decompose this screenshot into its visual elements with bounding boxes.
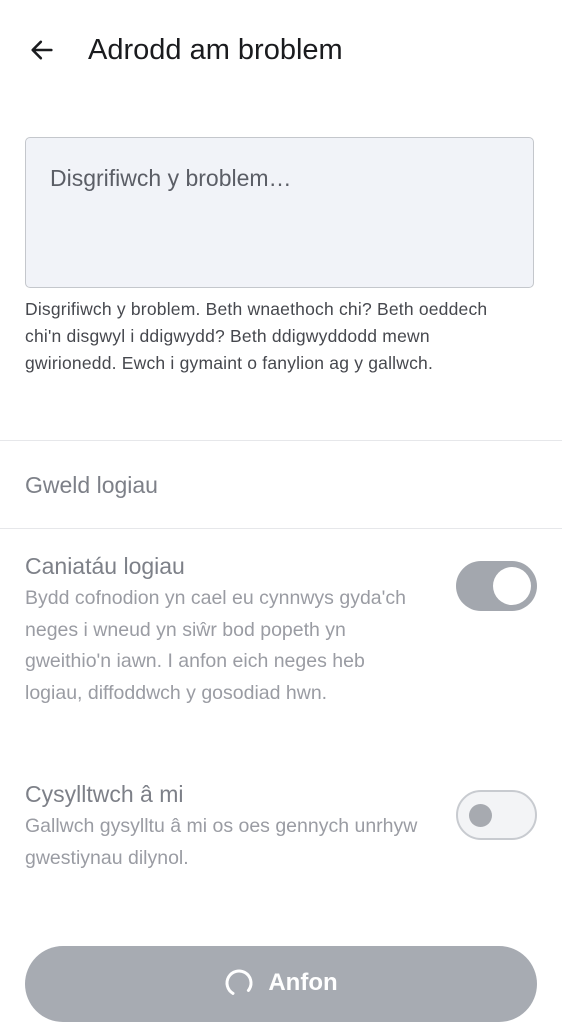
- divider: [0, 528, 562, 529]
- contact-me-switch[interactable]: [456, 790, 537, 840]
- send-button[interactable]: Anfon: [25, 946, 537, 1022]
- view-logs-label: Gweld logiau: [25, 472, 158, 498]
- divider: [0, 440, 562, 441]
- page-title: Adrodd am broblem: [88, 34, 343, 66]
- app-bar: Adrodd am broblem: [0, 0, 562, 100]
- send-button-label: Anfon: [268, 969, 338, 996]
- loading-spinner-icon: [225, 969, 253, 997]
- view-logs-item[interactable]: Gweld logiau: [0, 442, 562, 528]
- back-button[interactable]: [20, 28, 64, 72]
- switch-knob: [493, 567, 531, 605]
- description-helper-text: Disgrifiwch y broblem. Beth wnaethoch ch…: [25, 299, 488, 373]
- contact-me-description: Gallwch gysylltu â mi os oes gennych unr…: [25, 815, 418, 869]
- description-field[interactable]: [25, 137, 534, 288]
- arrow-left-icon: [31, 40, 53, 60]
- switch-knob: [469, 804, 492, 827]
- description-input[interactable]: [26, 138, 533, 287]
- allow-logs-description: Bydd cofnodion yn cael eu cynnwys gyda'c…: [25, 587, 406, 704]
- allow-logs-switch[interactable]: [456, 561, 537, 611]
